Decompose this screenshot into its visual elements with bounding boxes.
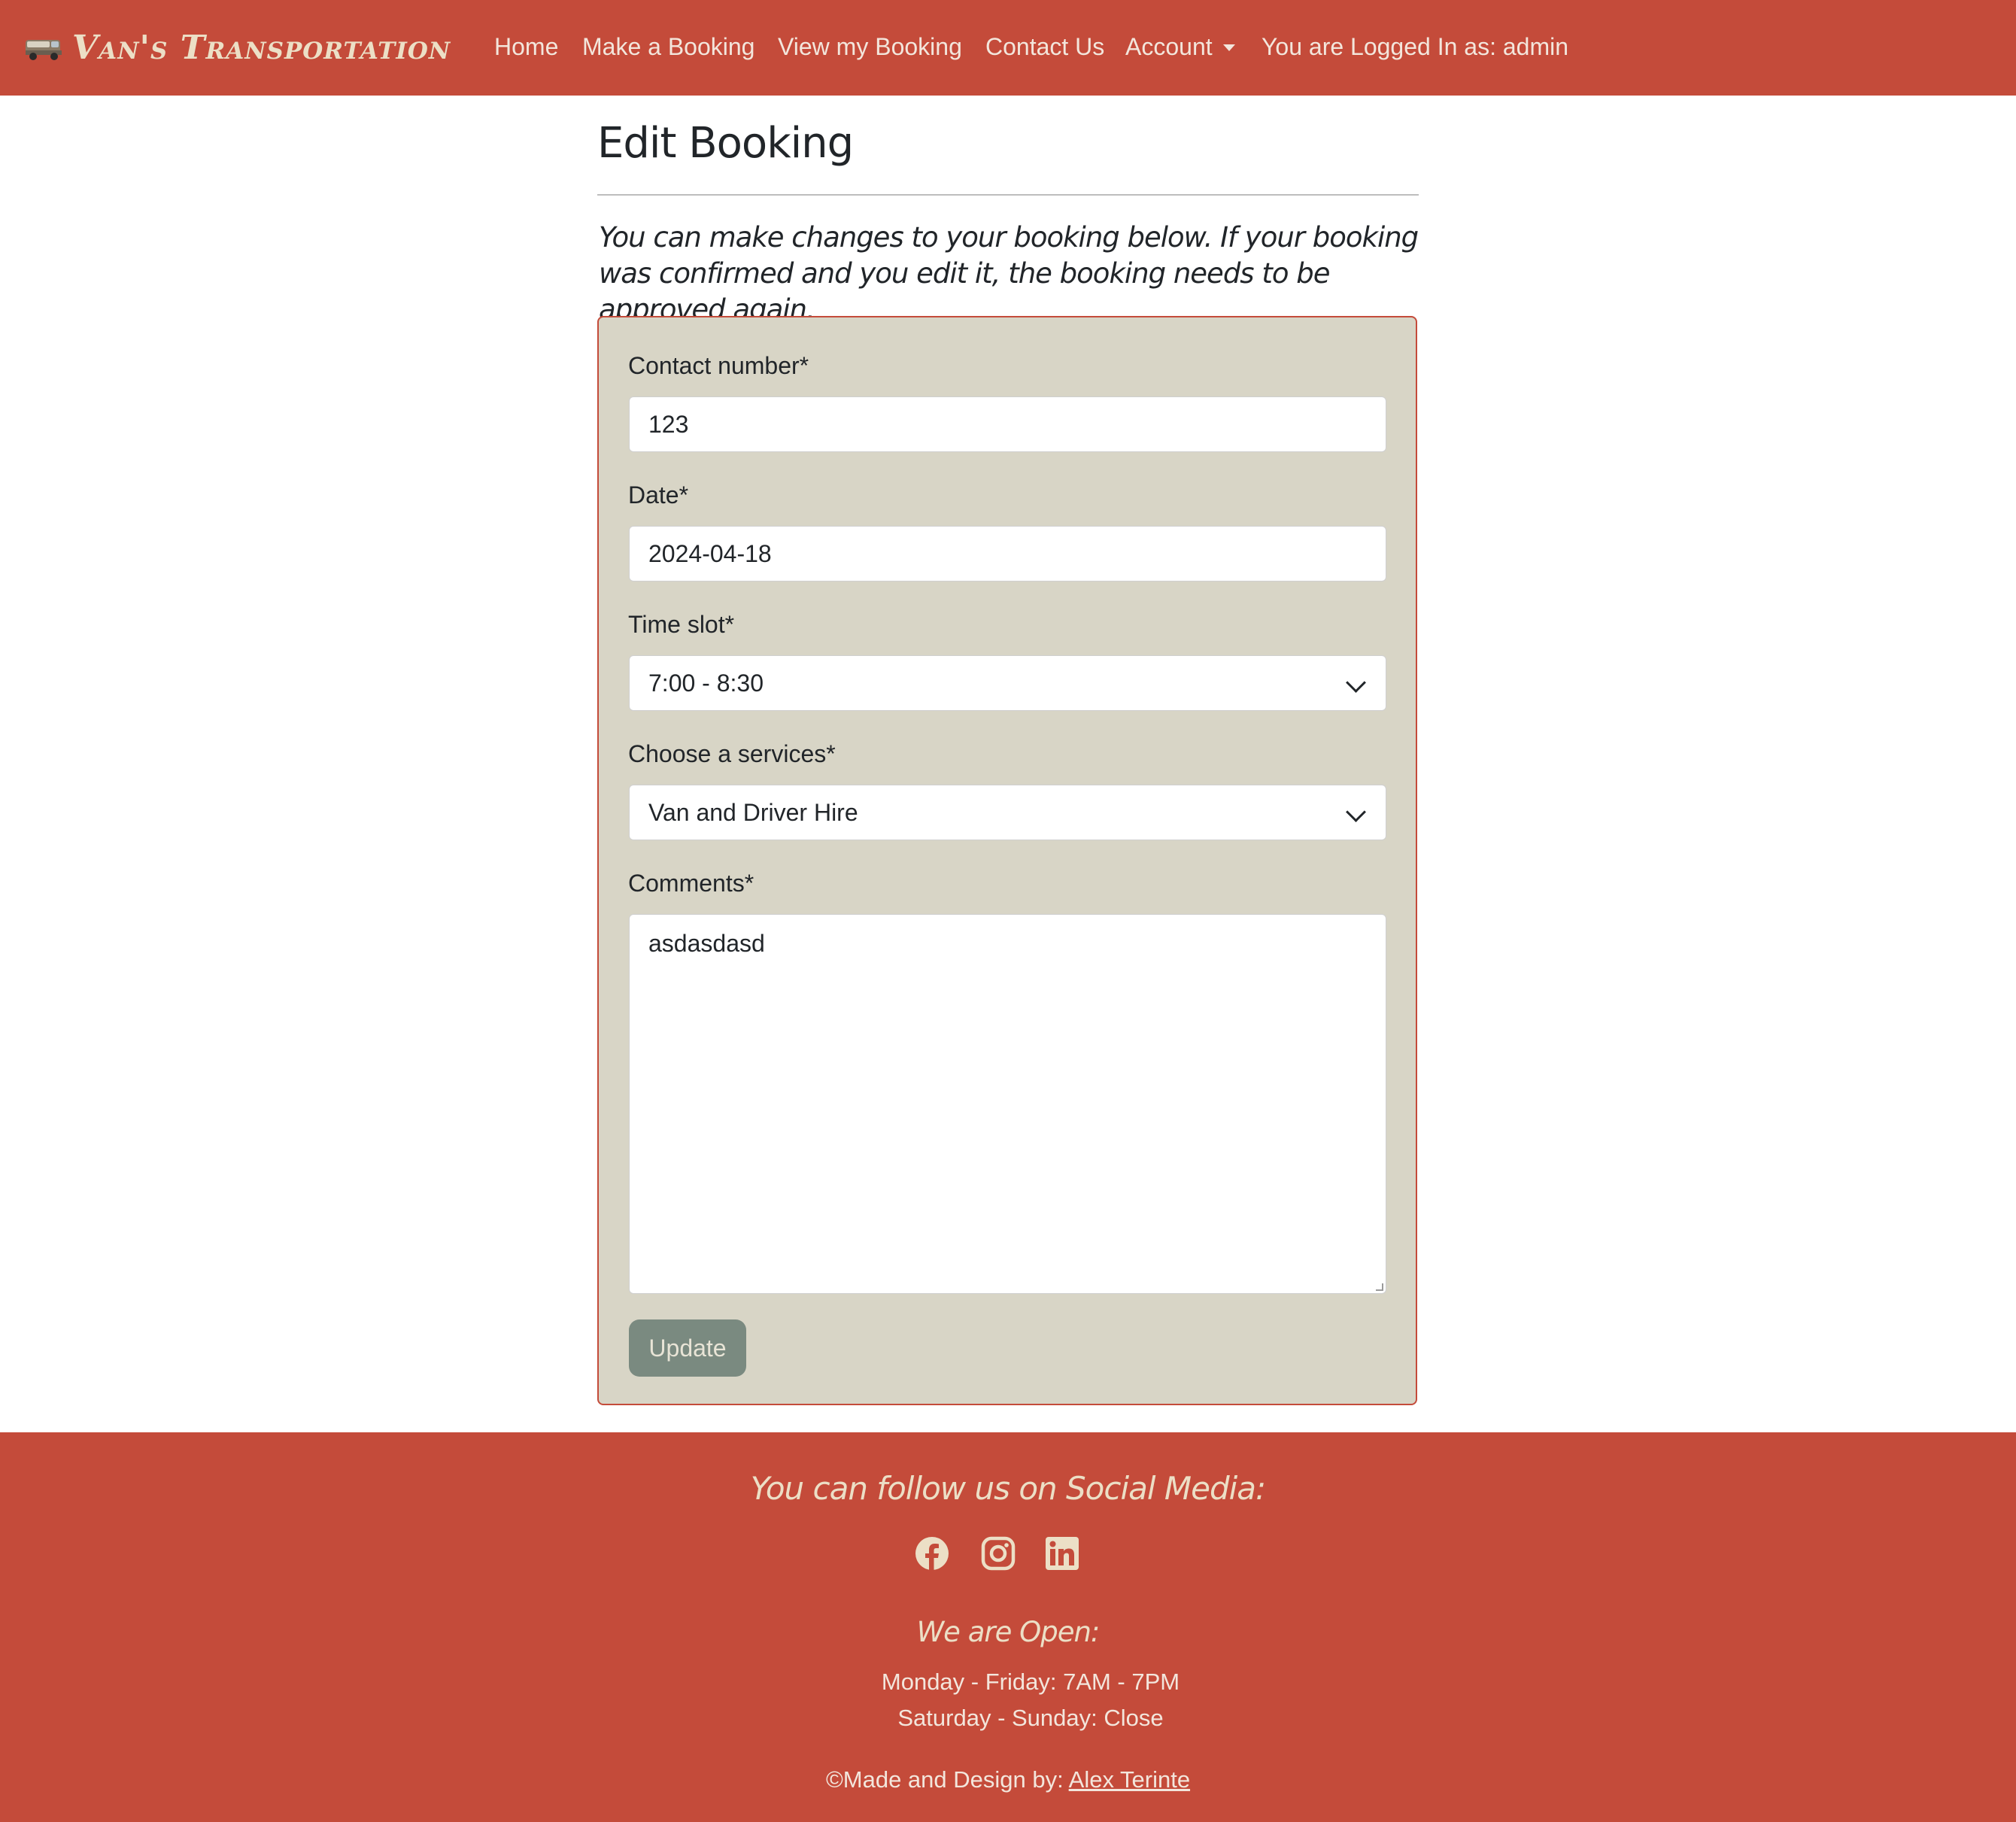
instagram-icon[interactable] (981, 1536, 1016, 1571)
linkedin-icon[interactable] (1045, 1536, 1079, 1571)
contact-number-label: Contact number* (628, 352, 809, 379)
brand[interactable]: Van's Transportation (24, 0, 451, 96)
comments-label: Comments* (628, 870, 754, 897)
comments-textarea[interactable]: asdasdasd (629, 914, 1386, 1294)
nav-contact[interactable]: Contact Us (985, 33, 1104, 61)
service-select[interactable]: Van and Driver Hire (629, 785, 1386, 840)
resize-handle-icon[interactable] (1376, 1283, 1383, 1291)
credit-prefix: ©Made and Design by: (825, 1766, 1064, 1793)
service-label: Choose a services* (628, 740, 836, 767)
credit-line: ©Made and Design by: Alex Terinte (0, 1766, 2016, 1793)
update-button[interactable]: Update (629, 1319, 746, 1377)
author-link[interactable]: Alex Terinte (1069, 1766, 1190, 1793)
nav-make-booking[interactable]: Make a Booking (582, 33, 754, 61)
page-title: Edit Booking (597, 119, 854, 168)
date-label: Date* (628, 481, 689, 509)
time-slot-label: Time slot* (628, 611, 735, 638)
opening-hours-heading: We are Open: (916, 1616, 1101, 1648)
caret-down-icon (1222, 44, 1235, 51)
facebook-icon[interactable] (915, 1536, 949, 1571)
title-divider (597, 194, 1419, 196)
date-input[interactable]: 2024-04-18 (629, 526, 1386, 582)
comments-value: asdasdasd (648, 930, 765, 957)
intro-text: You can make changes to your booking bel… (599, 221, 1419, 326)
nav-home[interactable]: Home (494, 33, 558, 61)
van-icon (26, 39, 62, 60)
brand-name: Van's Transportation (72, 29, 451, 67)
hours-weekday: Monday - Friday: 7AM - 7PM (881, 1669, 1180, 1695)
contact-number-input[interactable]: 123 (629, 396, 1386, 452)
social-heading: You can follow us on Social Media: (750, 1470, 1266, 1507)
chevron-down-icon (1346, 673, 1366, 693)
nav-account-dropdown[interactable]: Account (1125, 33, 1235, 61)
nav-account-label: Account (1125, 33, 1213, 60)
time-slot-select[interactable]: 7:00 - 8:30 (629, 655, 1386, 711)
logged-in-status: You are Logged In as: admin (1262, 33, 1569, 60)
chevron-down-icon (1346, 802, 1366, 822)
hours-weekend: Saturday - Sunday: Close (897, 1705, 1164, 1731)
nav-view-booking[interactable]: View my Booking (778, 33, 962, 61)
footer: You can follow us on Social Media: We ar… (0, 1432, 2016, 1822)
service-value: Van and Driver Hire (648, 799, 858, 826)
navbar: Van's Transportation Home Make a Booking… (0, 0, 2016, 96)
time-slot-value: 7:00 - 8:30 (648, 670, 764, 697)
